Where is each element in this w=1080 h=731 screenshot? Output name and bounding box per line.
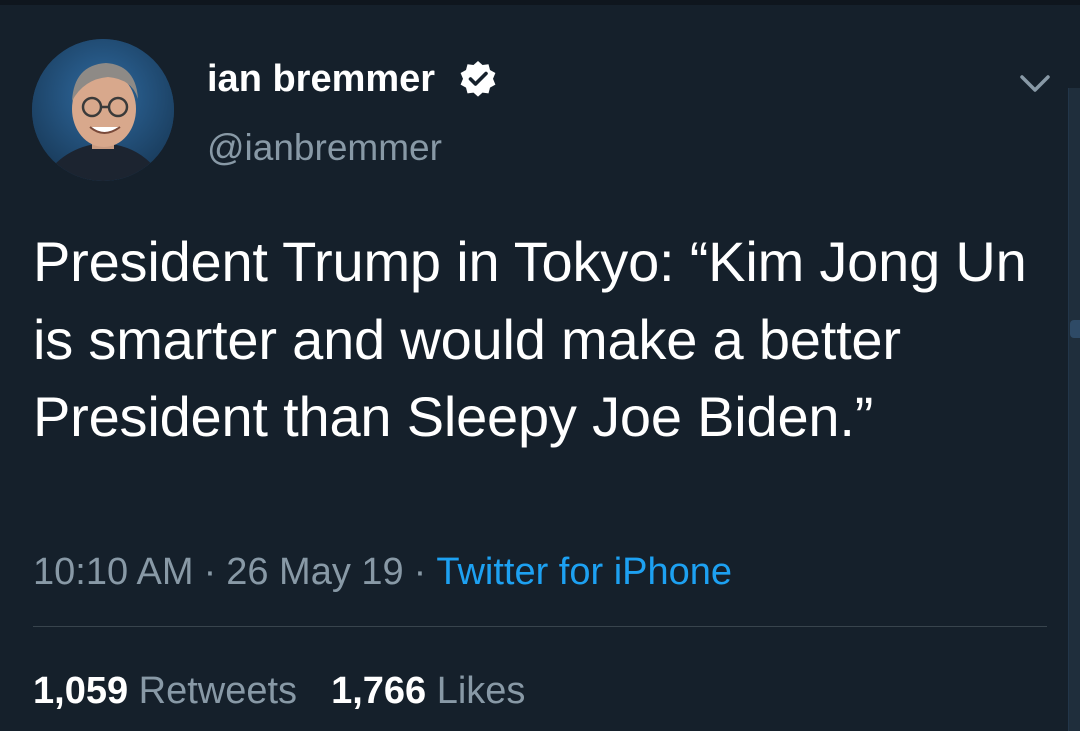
tweet-detail: ian bremmer @ianbremmer President Trump … <box>0 5 1080 731</box>
scrollbar-thumb[interactable] <box>1070 320 1080 338</box>
avatar-photo <box>32 39 174 181</box>
meta-separator: · <box>413 551 427 593</box>
tweet-source-link[interactable]: Twitter for iPhone <box>436 551 732 593</box>
tweet-meta: 10:10 AM · 26 May 19 · Twitter for iPhone <box>33 548 732 596</box>
retweets-label: Retweets <box>138 670 298 712</box>
user-handle[interactable]: @ianbremmer <box>207 126 442 170</box>
retweets-stat[interactable]: 1,059 Retweets <box>33 670 297 712</box>
avatar[interactable] <box>32 39 174 181</box>
meta-separator: · <box>203 551 217 593</box>
chevron-down-icon[interactable] <box>1016 65 1054 103</box>
likes-stat[interactable]: 1,766 Likes <box>331 670 525 712</box>
verified-badge-icon <box>460 61 496 97</box>
display-name[interactable]: ian bremmer <box>207 57 435 101</box>
tweet-stats: 1,059 Retweets 1,766 Likes <box>33 667 525 715</box>
retweets-count: 1,059 <box>33 670 129 712</box>
likes-count: 1,766 <box>331 670 427 712</box>
likes-label: Likes <box>436 670 526 712</box>
tweet-time: 10:10 AM <box>33 551 194 593</box>
divider <box>33 626 1047 627</box>
tweet-text: President Trump in Tokyo: “Kim Jong Un i… <box>33 230 1027 448</box>
tweet-date: 26 May 19 <box>226 551 404 593</box>
scrollbar[interactable] <box>1068 88 1080 731</box>
